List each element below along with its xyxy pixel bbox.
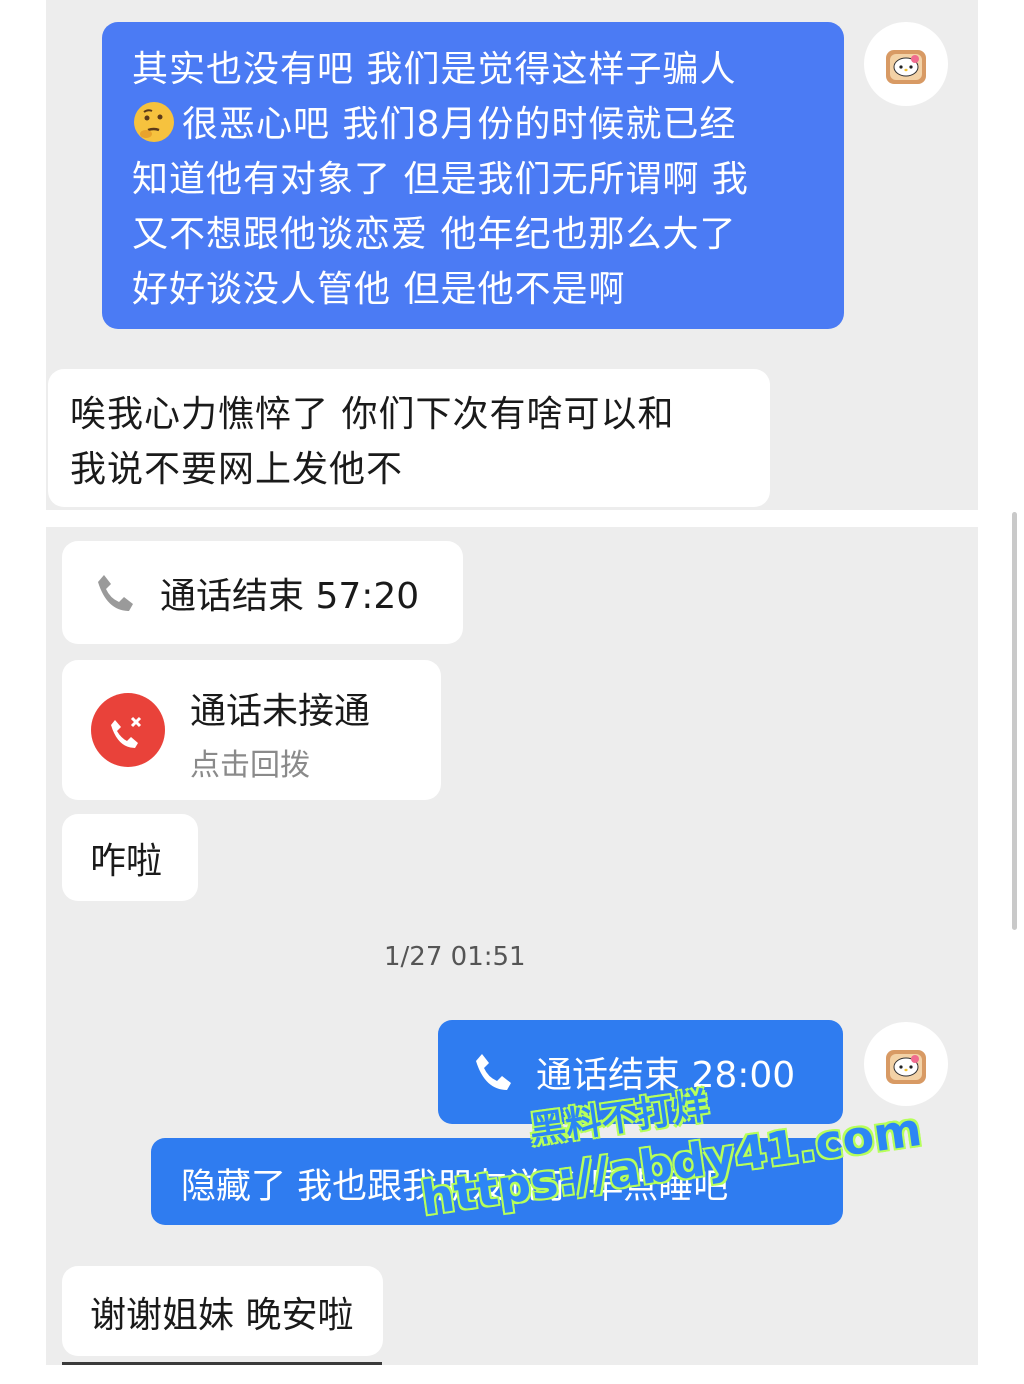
message-text: 咋啦 [90, 841, 163, 882]
hello-kitty-toast-avatar[interactable] [864, 22, 948, 106]
phone-icon [468, 1048, 516, 1096]
message-bubble-received[interactable]: 咋啦 [62, 814, 198, 901]
message-line: 唉我心力憔悴了 你们下次有啥可以和 [70, 394, 675, 435]
hello-kitty-toast-avatar[interactable] [864, 1022, 948, 1106]
message-text: 谢谢姐妹 晚安啦 [90, 1295, 354, 1336]
thinking-face-emoji [132, 100, 176, 144]
call-status-text: 通话结束 57:20 [160, 575, 420, 617]
missed-call-bubble[interactable]: 通话未接通 点击回拨 [62, 660, 441, 800]
scrollbar[interactable] [1012, 512, 1017, 930]
message-line: 我说不要网上发他不 [70, 449, 404, 490]
message-line: 很恶心吧 我们8月份的时候就已经 [132, 97, 820, 152]
message-line: 又不想跟他谈恋爱 他年纪也那么大了 [132, 214, 737, 255]
call-record-bubble[interactable]: 通话结束 57:20 [62, 541, 463, 644]
missed-call-title: 通话未接通 [190, 691, 371, 732]
message-bubble-sent[interactable]: 其实也没有吧 我们是觉得这样子骗人 很恶心吧 我们8月份的时候就已经 知道他有对… [102, 22, 844, 329]
message-bubble-received[interactable]: 唉我心力憔悴了 你们下次有啥可以和 我说不要网上发他不 [48, 369, 770, 507]
message-line: 好好谈没人管他 但是他不是啊 [132, 269, 626, 310]
callback-link[interactable]: 点击回拨 [190, 740, 310, 784]
timestamp: 1/27 01:51 [384, 942, 526, 972]
message-line: 知道他有对象了 但是我们无所谓啊 我 [132, 159, 749, 200]
avatar-icon [886, 50, 926, 84]
message-line: 其实也没有吧 我们是觉得这样子骗人 [132, 49, 737, 90]
phone-icon [90, 569, 138, 617]
message-bubble-received[interactable]: 谢谢姐妹 晚安啦 [62, 1266, 383, 1356]
avatar-icon [886, 1050, 926, 1084]
divider [62, 1362, 382, 1365]
missed-call-icon [90, 692, 166, 768]
